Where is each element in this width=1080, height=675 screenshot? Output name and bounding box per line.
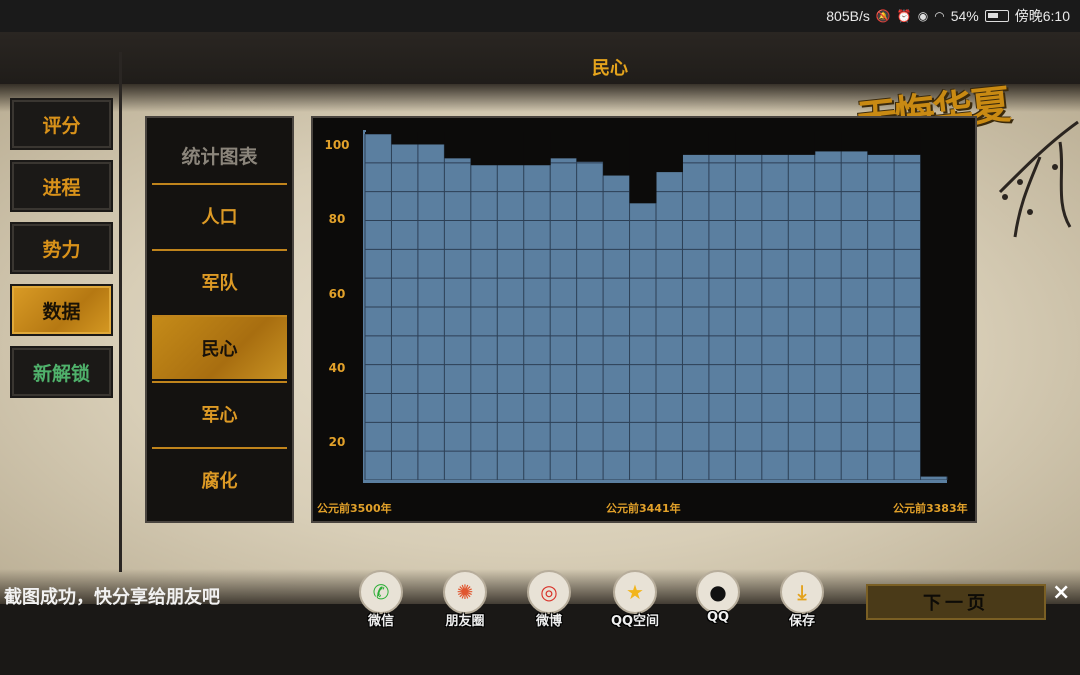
- share-wechat-button[interactable]: ✆ 微信: [349, 570, 413, 629]
- x-tick-label: 公元前3441年: [606, 502, 681, 515]
- chart-bar: [391, 144, 418, 480]
- chart-bar-gap: [682, 132, 710, 155]
- chart-bar-gap: [365, 132, 392, 134]
- chart-bar-gap: [470, 132, 498, 166]
- chart-bar-gap: [814, 132, 842, 152]
- chart-bar: [867, 154, 895, 480]
- category-army[interactable]: 军队: [152, 249, 287, 313]
- chart-bar-gap: [497, 132, 525, 166]
- share-label: QQ: [706, 610, 730, 625]
- screenshot-share-message: 截图成功，快分享给朋友吧: [4, 587, 220, 608]
- chart-bar-gap: [894, 132, 922, 155]
- battery-icon: [984, 10, 1009, 22]
- chart-bar: [894, 154, 921, 480]
- download-icon: ⤓: [780, 570, 824, 614]
- chart-bar-gap: [576, 132, 604, 162]
- share-qq-button[interactable]: ● QQ: [686, 570, 750, 625]
- chart-bar: [788, 154, 815, 480]
- y-tick-label: 60: [328, 287, 346, 301]
- chart-bar: [603, 175, 630, 480]
- chart-bar: [841, 151, 868, 481]
- category-public-support[interactable]: 民心: [152, 315, 287, 379]
- chart-bar-gap: [761, 132, 789, 155]
- network-speed: 805B/s: [826, 8, 870, 24]
- chart-bar: [523, 165, 551, 480]
- share-save-button[interactable]: ⤓ 保存: [770, 570, 834, 629]
- chart-category-panel: 统计图表 人口 军队 民心 军心 腐化: [145, 116, 294, 523]
- share-label: 朋友圈: [445, 614, 485, 629]
- share-weibo-button[interactable]: ◎ 微博: [517, 570, 581, 629]
- mute-icon: 🔕: [875, 9, 891, 23]
- chart-bar-gap: [417, 132, 445, 145]
- category-corruption[interactable]: 腐化: [152, 447, 287, 511]
- menu-new-unlocks-button[interactable]: 新解锁: [10, 346, 113, 398]
- qzone-icon: ★: [613, 570, 657, 614]
- weibo-icon: ◎: [527, 570, 571, 614]
- y-tick-label: 40: [328, 361, 346, 375]
- chart-bar-gap: [920, 132, 948, 477]
- chart-bar-gap: [629, 132, 657, 204]
- chart-bar-gap: [841, 132, 869, 152]
- divider: [119, 52, 122, 572]
- share-label: 保存: [788, 614, 815, 629]
- x-axis-line: [363, 480, 947, 483]
- wifi-icon: ◠: [934, 9, 945, 23]
- menu-factions-button[interactable]: 势力: [10, 222, 113, 274]
- chart-bar-gap: [867, 132, 895, 155]
- share-qzone-button[interactable]: ★ QQ空间: [603, 570, 667, 629]
- chart-bar: [417, 144, 445, 480]
- share-label: 微信: [367, 614, 394, 629]
- clock: 傍晚6:10: [1014, 8, 1070, 24]
- chart-bar-gap: [444, 132, 472, 159]
- battery-percent: 54%: [950, 8, 979, 24]
- chart-panel: 100 80 60 40 20 公元前3500年 公元前3441年 公元前338…: [311, 116, 977, 523]
- qq-icon: ●: [696, 570, 740, 614]
- chart-bar: [708, 154, 736, 480]
- chart-bar: [576, 161, 604, 480]
- menu-score-button[interactable]: 评分: [10, 98, 113, 150]
- next-page-button[interactable]: 下一页: [866, 584, 1046, 620]
- eye-icon: ◉: [917, 9, 929, 23]
- chart-bar: [761, 154, 789, 480]
- chart-bar: [444, 158, 471, 480]
- close-share-button[interactable]: ×: [1052, 580, 1070, 605]
- share-label: QQ空间: [610, 614, 660, 629]
- x-tick-label: 公元前3500年: [317, 502, 392, 515]
- chart-bar: [682, 154, 709, 480]
- y-tick-label: 80: [328, 212, 346, 226]
- chart-bar: [920, 476, 947, 480]
- alarm-icon: ⏰: [896, 9, 912, 23]
- chart-bar-gap: [735, 132, 763, 155]
- share-moments-button[interactable]: ✺ 朋友圈: [433, 570, 497, 629]
- plum-branch-decoration: [998, 120, 1079, 238]
- chart-bar: [550, 158, 577, 480]
- chart-bar-gap: [391, 132, 419, 145]
- chart-bar-gap: [788, 132, 816, 155]
- y-tick-label: 100: [324, 138, 350, 152]
- chart-bar: [470, 165, 498, 480]
- chart-bar: [656, 172, 683, 480]
- menu-progress-button[interactable]: 进程: [10, 160, 113, 212]
- moments-icon: ✺: [443, 570, 487, 614]
- menu-data-button[interactable]: 数据: [10, 284, 113, 336]
- y-tick-label: 20: [328, 435, 346, 449]
- chart-bar-gap: [523, 132, 551, 166]
- category-population[interactable]: 人口: [152, 183, 287, 247]
- wechat-icon: ✆: [359, 570, 403, 614]
- chart-bar: [735, 154, 762, 480]
- page-title: 民心: [592, 58, 628, 79]
- bar-chart: [363, 130, 948, 483]
- chart-bar-gap: [550, 132, 578, 159]
- chart-bar-gap: [708, 132, 736, 155]
- chart-bar-gap: [603, 132, 631, 176]
- chart-bar: [629, 203, 656, 480]
- chart-bar: [497, 165, 524, 480]
- chart-bar-gap: [656, 132, 683, 173]
- category-panel-title: 统计图表: [181, 146, 258, 168]
- chart-bar: [814, 151, 842, 481]
- status-bar: 805B/s 🔕 ⏰ ◉ ◠ 54% 傍晚6:10: [0, 0, 1080, 32]
- x-tick-label: 公元前3383年: [893, 502, 968, 515]
- share-label: 微博: [535, 614, 562, 629]
- category-morale[interactable]: 军心: [152, 381, 287, 445]
